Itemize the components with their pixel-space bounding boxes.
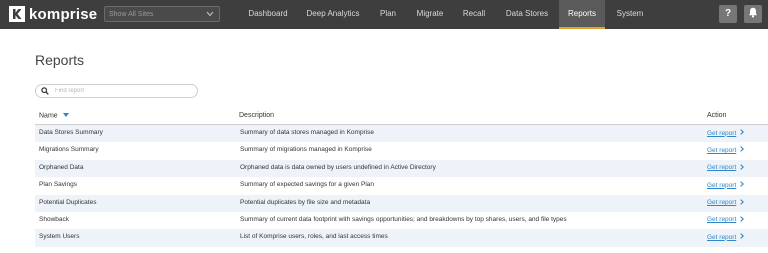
get-report-link[interactable]: Get report bbox=[707, 233, 745, 241]
site-select-dropdown[interactable]: Show All Sites bbox=[104, 6, 220, 22]
bell-icon bbox=[748, 5, 758, 23]
table-row: Showback Summary of current data footpri… bbox=[35, 212, 768, 229]
chevron-down-icon bbox=[204, 8, 216, 20]
report-description: Summary of data stores managed in Kompri… bbox=[240, 129, 375, 136]
get-report-link[interactable]: Get report bbox=[707, 163, 745, 172]
report-search-box[interactable] bbox=[35, 84, 198, 98]
report-description: Summary of current data footprint with s… bbox=[240, 215, 567, 223]
nav-tab-dashboard[interactable]: Dashboard bbox=[242, 0, 294, 29]
page-title: Reports bbox=[35, 52, 85, 68]
nav-tab-data-stores[interactable]: Data Stores bbox=[500, 0, 554, 29]
nav-tab-migrate[interactable]: Migrate bbox=[411, 0, 449, 29]
notifications-button[interactable] bbox=[744, 5, 762, 23]
get-report-link[interactable]: Get report bbox=[707, 129, 745, 137]
logo-text: komprise bbox=[29, 5, 98, 23]
table-header: Name Description Action bbox=[35, 109, 768, 125]
chevron-right-icon bbox=[740, 198, 745, 207]
chevron-right-icon bbox=[740, 216, 745, 224]
column-header-name[interactable]: Name bbox=[39, 112, 69, 119]
nav-tab-recall[interactable]: Recall bbox=[458, 0, 490, 29]
nav-tab-deep-analytics[interactable]: Deep Analytics bbox=[302, 0, 364, 29]
chevron-right-icon bbox=[740, 233, 745, 241]
report-description: List of Komprise users, roles, and last … bbox=[240, 233, 388, 241]
search-input[interactable] bbox=[55, 88, 195, 94]
report-name: Migrations Summary bbox=[39, 146, 99, 154]
get-report-link[interactable]: Get report bbox=[707, 181, 745, 189]
table-row: System Users List of Komprise users, rol… bbox=[35, 229, 768, 247]
table-row: Data Stores Summary Summary of data stor… bbox=[35, 125, 768, 143]
report-name: Plan Savings bbox=[39, 181, 77, 189]
get-report-link[interactable]: Get report bbox=[707, 216, 745, 224]
report-name: Potential Duplicates bbox=[39, 198, 97, 206]
search-icon bbox=[41, 86, 51, 96]
chevron-right-icon bbox=[740, 129, 745, 137]
column-header-action: Action bbox=[707, 112, 727, 119]
nav-tab-reports[interactable]: Reports bbox=[559, 0, 605, 29]
site-select-value: Show All Sites bbox=[109, 10, 154, 18]
table-row: Potential Duplicates Potential duplicate… bbox=[35, 194, 768, 212]
chevron-right-icon bbox=[740, 163, 745, 172]
report-name: Showback bbox=[39, 215, 69, 223]
nav-tab-plan[interactable]: Plan bbox=[374, 0, 402, 29]
table-row: Plan Savings Summary of expected savings… bbox=[35, 177, 768, 194]
get-report-link[interactable]: Get report bbox=[707, 198, 745, 207]
table-row: Orphaned Data Orphaned data is data owne… bbox=[35, 159, 768, 178]
report-name: Orphaned Data bbox=[39, 163, 84, 171]
column-header-description: Description bbox=[239, 112, 275, 119]
komprise-logo[interactable]: komprise bbox=[9, 5, 97, 23]
report-description: Summary of expected savings for a given … bbox=[240, 181, 375, 189]
table-row: Migrations Summary Summary of migrations… bbox=[35, 142, 768, 159]
report-name: Data Stores Summary bbox=[39, 129, 103, 136]
chevron-right-icon bbox=[740, 181, 745, 189]
help-button[interactable]: ? bbox=[719, 5, 737, 23]
report-description: Orphaned data is data owned by users und… bbox=[240, 163, 436, 171]
report-description: Potential duplicates by file size and me… bbox=[240, 198, 371, 206]
nav-tab-system[interactable]: System bbox=[612, 0, 648, 29]
report-name: System Users bbox=[39, 233, 80, 241]
question-icon: ? bbox=[724, 8, 732, 19]
report-description: Summary of migrations managed in Kompris… bbox=[240, 146, 372, 154]
top-navigation-bar: komprise Show All Sites Dashboard Deep A… bbox=[0, 0, 768, 29]
sort-descending-icon[interactable] bbox=[62, 112, 69, 119]
komprise-logo-icon bbox=[9, 6, 25, 22]
reports-table: Name Description Action Data Stores Summ… bbox=[35, 109, 768, 247]
get-report-link[interactable]: Get report bbox=[707, 146, 745, 154]
chevron-right-icon bbox=[740, 146, 745, 154]
